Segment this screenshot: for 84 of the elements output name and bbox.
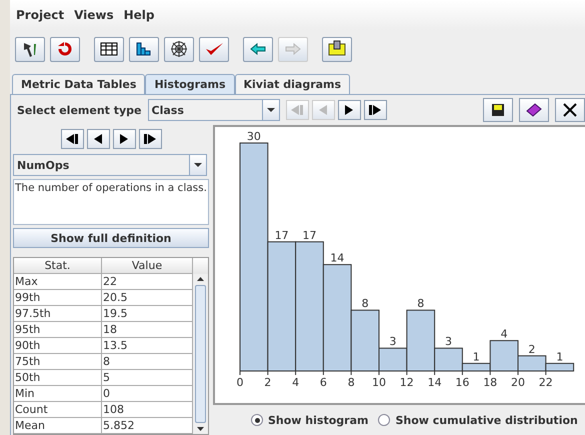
axis-tick-label: 12 xyxy=(400,376,414,389)
column-header: Stat. xyxy=(14,258,102,274)
element-type-label: Select element type xyxy=(17,104,142,116)
tab[interactable]: Metric Data Tables xyxy=(12,74,146,94)
nav-button[interactable] xyxy=(60,129,84,149)
bar-value-label: 17 xyxy=(302,228,316,242)
table-cell: 90th xyxy=(14,338,102,354)
right-arrow-icon xyxy=(285,43,301,55)
checkmark-icon xyxy=(204,41,224,57)
bar-value-label: 1 xyxy=(556,350,564,364)
element-type-dropdown[interactable]: Class xyxy=(148,99,280,121)
table-cell: Min xyxy=(14,386,102,402)
axis-tick-label: 14 xyxy=(428,376,442,389)
bar-value-label: 3 xyxy=(389,335,396,348)
bar-value-label: 17 xyxy=(274,228,289,242)
web-icon xyxy=(170,40,188,58)
skip-forward-icon xyxy=(143,134,157,144)
action-button[interactable] xyxy=(555,98,585,122)
axis-tick-label: 16 xyxy=(455,376,470,389)
nav-button[interactable] xyxy=(112,129,136,149)
header-corner xyxy=(193,258,208,274)
table-cell: 75th xyxy=(14,354,102,370)
left-arrow-icon xyxy=(250,43,266,55)
toolbar-button[interactable] xyxy=(15,36,45,62)
menu-item[interactable]: Help xyxy=(124,8,155,22)
bar-value-label: 1 xyxy=(472,350,480,364)
toolbar-button[interactable] xyxy=(129,36,159,62)
skip-back-icon xyxy=(290,105,304,115)
triangle-left-icon xyxy=(93,134,103,144)
table-cell: Mean xyxy=(14,418,102,434)
tab[interactable]: Kiviat diagrams xyxy=(234,74,350,94)
table-icon xyxy=(100,41,118,57)
axis-tick-label: 22 xyxy=(538,376,553,389)
table-cell: 95th xyxy=(14,322,102,338)
scrollbar[interactable] xyxy=(193,258,208,434)
radio-button[interactable]: Show cumulative distribution xyxy=(378,414,578,426)
column-header: Value xyxy=(102,258,193,274)
metric-description: The number of operations in a class. xyxy=(13,179,209,226)
axis-tick-label: 20 xyxy=(511,376,525,389)
caret-icon xyxy=(194,163,202,167)
axis-tick-label: 4 xyxy=(292,376,300,389)
nav-button[interactable] xyxy=(138,129,162,149)
toolbar-button[interactable] xyxy=(164,36,194,62)
toolbar-button[interactable] xyxy=(322,36,352,62)
toolbar-button[interactable] xyxy=(94,36,124,62)
table-cell: 99th xyxy=(14,290,102,306)
menu-item[interactable]: Views xyxy=(74,8,114,22)
table-cell: 50th xyxy=(14,370,102,386)
show-definition-button[interactable]: Show full definition xyxy=(13,228,209,248)
axis-tick-label: 18 xyxy=(483,376,498,389)
axis-tick-label: 8 xyxy=(348,376,355,389)
triangle-right-icon xyxy=(344,105,354,115)
axis-tick-label: 6 xyxy=(320,376,327,389)
bar-value-label: 3 xyxy=(445,335,452,348)
metric-dropdown[interactable]: NumOps xyxy=(13,154,207,176)
triangle-left-icon xyxy=(318,105,328,115)
refresh-icon xyxy=(57,41,73,57)
toolbar-button[interactable] xyxy=(243,36,273,62)
tab[interactable]: Histograms xyxy=(145,74,235,94)
nav-button[interactable] xyxy=(364,100,387,120)
bar-chart-icon xyxy=(135,41,153,57)
axis-tick-label: 0 xyxy=(236,376,244,389)
bar-value-label: 30 xyxy=(246,130,261,143)
action-button[interactable] xyxy=(519,98,549,122)
triangle-right-icon xyxy=(119,134,129,144)
radio-button[interactable]: Show histogram xyxy=(251,414,368,426)
table-cell: Max xyxy=(14,274,102,290)
table-cell: Count xyxy=(14,402,102,418)
caret-icon xyxy=(266,108,275,112)
skip-back-icon xyxy=(65,134,79,144)
menu-item[interactable]: Project xyxy=(16,8,64,22)
axis-tick-label: 2 xyxy=(264,376,272,389)
nav-button[interactable] xyxy=(86,129,110,149)
axis-tick-label: 10 xyxy=(372,376,386,389)
bar-value-label: 14 xyxy=(330,252,344,265)
bar-value-label: 2 xyxy=(528,342,536,356)
action-button[interactable] xyxy=(483,98,513,122)
skip-forward-icon xyxy=(368,105,382,115)
bar-value-label: 8 xyxy=(362,297,369,310)
nav-button[interactable] xyxy=(338,100,361,120)
bar-value-label: 4 xyxy=(500,328,508,341)
bar-value-label: 8 xyxy=(417,297,424,310)
close-icon xyxy=(563,103,577,117)
table-cell: 97.5th xyxy=(14,306,102,322)
